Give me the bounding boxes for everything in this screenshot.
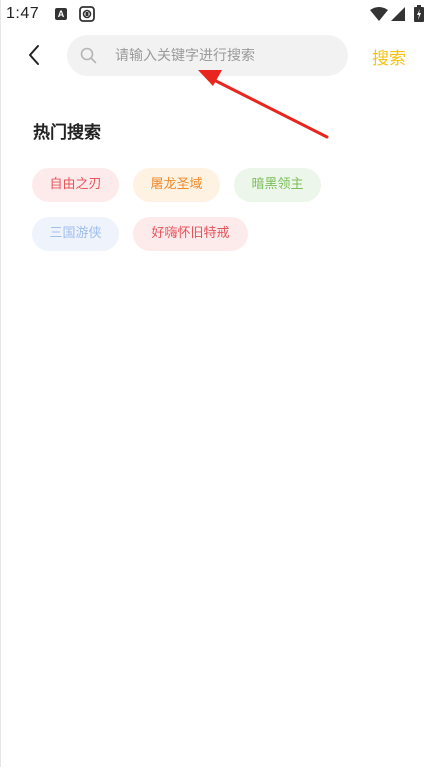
left-edge-divider [0, 0, 1, 767]
wifi-icon [370, 7, 388, 21]
back-button[interactable] [22, 40, 48, 70]
hot-search-tag[interactable]: 自由之刃 [32, 168, 119, 202]
search-submit-button[interactable]: 搜索 [372, 44, 406, 69]
signal-icon [391, 7, 405, 21]
hot-search-tag[interactable]: 暗黑领主 [234, 168, 321, 202]
app-notification-icon [79, 6, 95, 22]
hot-search-tag[interactable]: 三国游侠 [32, 217, 119, 251]
status-bar: 1:47 A [0, 0, 432, 30]
hot-search-title: 热门搜索 [33, 123, 101, 143]
status-time: 1:47 [6, 5, 40, 22]
battery-icon [414, 5, 424, 22]
hot-search-tag[interactable]: 屠龙圣域 [133, 168, 220, 202]
hot-search-tag[interactable]: 好嗨怀旧特戒 [133, 217, 248, 251]
search-box[interactable] [67, 35, 348, 76]
annotation-arrow-icon [198, 70, 329, 139]
notification-a-icon: A [55, 8, 67, 20]
search-input[interactable] [115, 35, 335, 76]
search-icon [80, 47, 97, 64]
